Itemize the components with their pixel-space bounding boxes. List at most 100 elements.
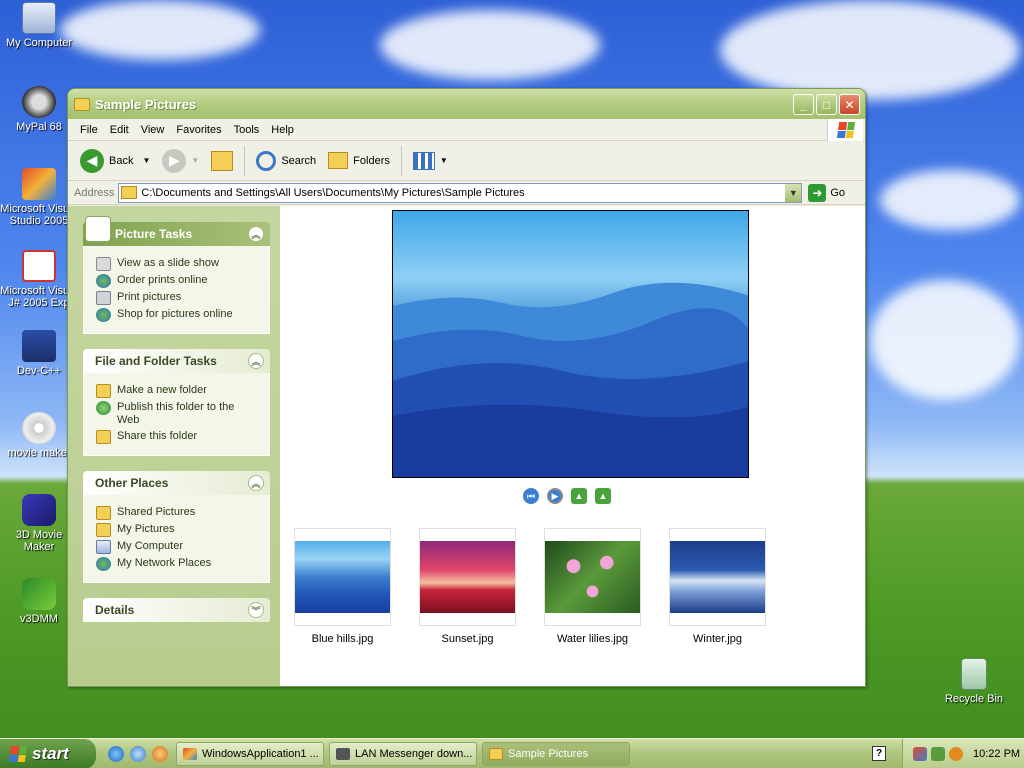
task-publish-web[interactable]: Publish this folder to the Web (96, 401, 259, 427)
outlook-express-icon[interactable] (130, 745, 146, 762)
menu-tools[interactable]: Tools (228, 124, 266, 136)
start-label: start (32, 743, 69, 763)
rotate-counterclockwise-button[interactable]: ▲ (595, 488, 611, 504)
search-icon[interactable] (949, 747, 963, 761)
task-label: View as a slide show (117, 257, 219, 269)
blue-hills-picture (393, 282, 748, 477)
thumbnail-item[interactable]: Sunset.jpg (419, 528, 516, 645)
dvd-icon (22, 412, 56, 444)
taskbar-item-sample-pictures[interactable]: Sample Pictures (482, 741, 630, 766)
place-label: Shared Pictures (117, 506, 196, 518)
views-button[interactable]: ▼ (409, 150, 452, 172)
forward-button[interactable]: ▶ ▼ (158, 147, 203, 175)
other-places-header[interactable]: Other Places ︽ (83, 471, 270, 495)
address-dropdown-button[interactable]: ▼ (785, 183, 802, 202)
thumbnail-label: Blue hills.jpg (311, 633, 374, 645)
maximize-button[interactable]: □ (816, 94, 837, 115)
details-header[interactable]: Details ︾ (83, 598, 270, 622)
address-path: C:\Documents and Settings\All Users\Docu… (141, 186, 525, 199)
place-label: My Computer (117, 540, 184, 552)
task-share-folder[interactable]: Share this folder (96, 430, 259, 444)
picture-tasks-panel: Picture Tasks ︽ View as a slide show Ord… (83, 216, 270, 334)
start-button[interactable]: start (0, 738, 96, 768)
thumbnail-item[interactable]: Water lilies.jpg (544, 528, 641, 645)
raccoon-icon (22, 86, 56, 118)
next-image-button[interactable]: ▶ (547, 488, 563, 504)
tray-icon[interactable] (913, 747, 927, 761)
minimize-button[interactable]: _ (793, 94, 814, 115)
sunset-thumbnail (420, 541, 515, 613)
expand-icon[interactable]: ︾ (248, 602, 264, 618)
panel-title: Details (95, 603, 135, 617)
menu-view[interactable]: View (135, 124, 171, 136)
window-title: Sample Pictures (95, 96, 197, 112)
panel-body: Make a new folder Publish this folder to… (83, 373, 270, 456)
panel-body: Shared Pictures My Pictures My Computer … (83, 495, 270, 583)
place-shared-pictures[interactable]: Shared Pictures (96, 506, 259, 520)
folder-icon (121, 186, 138, 199)
taskbar-item-label: Sample Pictures (508, 747, 589, 760)
place-my-computer[interactable]: My Computer (96, 540, 259, 554)
menu-favorites[interactable]: Favorites (170, 124, 227, 136)
task-label: Publish this folder to the Web (117, 401, 235, 426)
task-view-slideshow[interactable]: View as a slide show (96, 257, 259, 271)
pictures-folder-icon (96, 523, 111, 537)
search-icon (256, 150, 277, 171)
pictures-folder-icon (96, 506, 111, 520)
collapse-icon[interactable]: ︽ (248, 353, 264, 369)
clock: 10:22 PM (973, 748, 1021, 760)
slideshow-icon (96, 257, 111, 271)
visual-studio-icon (22, 168, 56, 200)
menu-help[interactable]: Help (265, 124, 300, 136)
task-shop-pictures[interactable]: Shop for pictures online (96, 308, 259, 322)
thumbnail-item[interactable]: Blue hills.jpg (294, 528, 391, 645)
computer-icon (96, 540, 111, 554)
internet-explorer-icon[interactable] (108, 745, 124, 762)
previous-image-button[interactable]: ⏮ (523, 488, 539, 504)
thumbnail-strip: Blue hills.jpg Sunset.jpg Water lilies.j… (294, 528, 766, 645)
close-button[interactable]: ✕ (839, 94, 860, 115)
help-icon[interactable]: ? (872, 746, 886, 761)
title-bar[interactable]: Sample Pictures _ □ ✕ (68, 89, 865, 119)
thumbnail-label: Sunset.jpg (441, 633, 494, 645)
menu-edit[interactable]: Edit (104, 124, 135, 136)
go-button[interactable]: ➜ Go (808, 183, 845, 202)
task-order-prints[interactable]: Order prints online (96, 274, 259, 288)
collapse-icon[interactable]: ︽ (248, 226, 264, 242)
3d-movie-maker-icon (22, 494, 56, 526)
back-button[interactable]: ◀ Back ▼ (76, 147, 154, 175)
file-folder-tasks-header[interactable]: File and Folder Tasks ︽ (83, 349, 270, 373)
visual-studio-icon (183, 747, 197, 760)
up-folder-button[interactable] (207, 149, 237, 173)
task-pane: Picture Tasks ︽ View as a slide show Ord… (68, 206, 280, 686)
desktop-icon-recycle-bin[interactable]: Recycle Bin (935, 658, 1013, 705)
go-arrow-icon: ➜ (808, 183, 827, 202)
search-button[interactable]: Search (252, 149, 320, 173)
place-network[interactable]: My Network Places (96, 557, 259, 571)
collapse-icon[interactable]: ︽ (248, 475, 264, 491)
thumbnail-item[interactable]: Winter.jpg (669, 528, 766, 645)
windows-logo-icon (827, 119, 863, 141)
folder-icon (74, 97, 90, 111)
task-print-pictures[interactable]: Print pictures (96, 291, 259, 305)
address-label: Address (74, 186, 115, 199)
folders-button[interactable]: Folders (324, 150, 394, 171)
network-icon (96, 557, 111, 571)
back-arrow-icon: ◀ (80, 148, 104, 173)
place-my-pictures[interactable]: My Pictures (96, 523, 259, 537)
task-new-folder[interactable]: Make a new folder (96, 384, 259, 398)
menu-file[interactable]: File (74, 124, 104, 136)
tray-icon[interactable] (931, 747, 945, 761)
task-label: Order prints online (117, 274, 208, 286)
picture-tasks-icon (85, 216, 111, 242)
views-icon (412, 151, 435, 170)
media-player-icon[interactable] (152, 745, 168, 762)
taskbar-item-lan-messenger[interactable]: LAN Messenger down... (329, 741, 477, 766)
taskbar-item-label: LAN Messenger down... (355, 747, 473, 760)
printer-icon (96, 291, 111, 305)
desktop-icon-my-computer[interactable]: My Computer (0, 2, 78, 49)
rotate-clockwise-button[interactable]: ▲ (571, 488, 587, 504)
address-input[interactable]: C:\Documents and Settings\All Users\Docu… (118, 182, 803, 203)
picture-tasks-header[interactable]: Picture Tasks ︽ (83, 216, 270, 246)
taskbar-item-windowsapplication1[interactable]: WindowsApplication1 ... (176, 741, 324, 766)
